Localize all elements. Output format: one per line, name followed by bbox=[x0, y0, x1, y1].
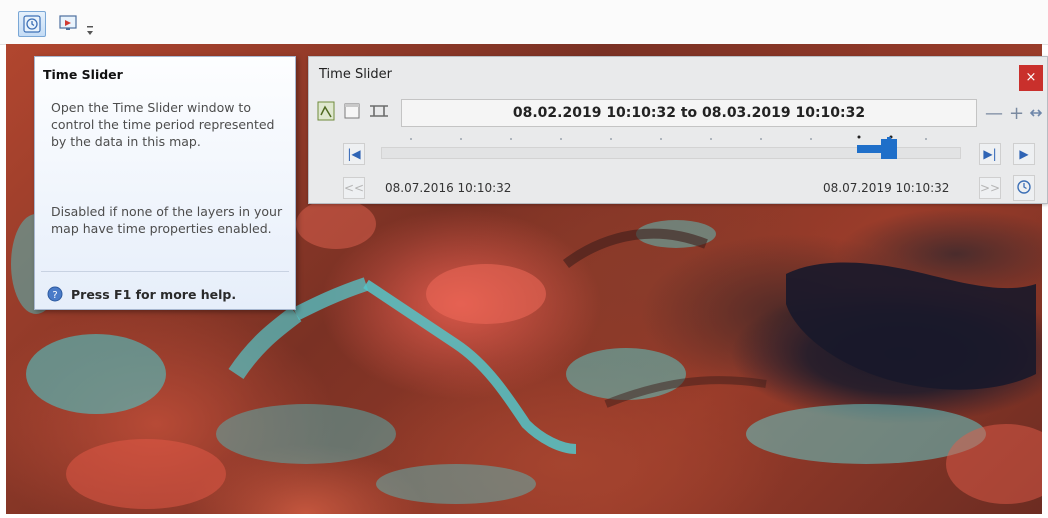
time-slider-title: Time Slider bbox=[319, 67, 393, 82]
step-back-button[interactable]: << bbox=[343, 177, 365, 199]
svg-text:?: ? bbox=[52, 290, 57, 301]
tooltip-description: Open the Time Slider window to control t… bbox=[51, 100, 275, 149]
tooltip-title: Time Slider bbox=[43, 67, 123, 82]
zoom-in-icon[interactable]: + bbox=[1009, 103, 1024, 124]
clock-icon bbox=[1017, 180, 1031, 194]
play-button[interactable]: ▶ bbox=[1013, 143, 1035, 165]
zoom-out-icon[interactable]: — bbox=[985, 103, 1003, 124]
go-to-start-button[interactable]: |◀ bbox=[343, 143, 365, 165]
time-slider-window: Time Slider × 08.02.2019 10:10:32 to 08.… bbox=[308, 56, 1048, 204]
close-button[interactable]: × bbox=[1019, 65, 1043, 91]
extent-icon[interactable] bbox=[367, 101, 391, 121]
time-slider-options-icon[interactable] bbox=[317, 101, 335, 121]
tooltip-divider bbox=[41, 271, 289, 272]
step-forward-button[interactable]: >> bbox=[979, 177, 1001, 199]
clock-icon bbox=[23, 15, 41, 33]
time-range-display[interactable]: 08.02.2019 10:10:32 to 08.03.2019 10:10:… bbox=[401, 99, 977, 127]
tooltip: Time Slider Open the Time Slider window … bbox=[34, 56, 296, 310]
playback-options-button[interactable] bbox=[1013, 175, 1035, 201]
toolbar-dropdown-icon[interactable] bbox=[86, 24, 94, 38]
full-extent-icon[interactable] bbox=[1029, 105, 1043, 121]
tooltip-disabled-note: Disabled if none of the layers in your m… bbox=[51, 204, 283, 236]
desktop-button[interactable] bbox=[56, 11, 84, 37]
end-time-label: 08.07.2019 10:10:32 bbox=[823, 181, 950, 195]
go-to-end-button[interactable]: ▶| bbox=[979, 143, 1001, 165]
time-slider-button[interactable] bbox=[18, 11, 46, 37]
time-slider-thumb[interactable] bbox=[857, 137, 901, 161]
tooltip-help-text: Press F1 for more help. bbox=[71, 287, 237, 302]
help-icon: ? bbox=[47, 286, 63, 302]
toolbar bbox=[0, 0, 1048, 45]
start-time-label: 08.07.2016 10:10:32 bbox=[385, 181, 512, 195]
window-icon[interactable] bbox=[343, 101, 361, 121]
monitor-icon bbox=[59, 15, 77, 30]
